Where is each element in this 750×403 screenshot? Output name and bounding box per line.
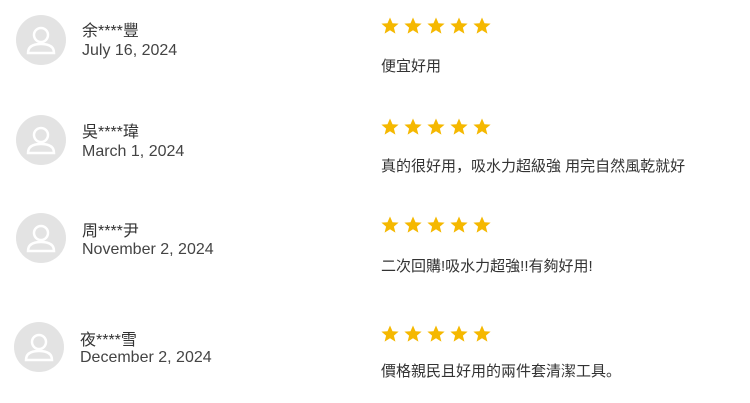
reviewer-name: 夜****雪 xyxy=(80,332,137,349)
review-item: 夜****雪 December 2, 2024 價格親民且好用的兩件套清潔工具。 xyxy=(0,310,750,390)
review-date: December 2, 2024 xyxy=(80,349,212,366)
star-icon xyxy=(404,118,422,135)
review-item: 吳****瑋 March 1, 2024 真的很好用，吸水力超級強 用完自然風乾… xyxy=(0,100,750,180)
review-comment: 二次回購!吸水力超強!!有夠好用! xyxy=(381,258,593,275)
star-icon xyxy=(427,216,445,233)
review-comment: 真的很好用，吸水力超級強 用完自然風乾就好 xyxy=(381,158,686,175)
review-date: March 1, 2024 xyxy=(82,143,185,160)
user-silhouette-icon xyxy=(24,333,54,362)
user-silhouette-icon xyxy=(26,224,56,253)
star-icon xyxy=(404,216,422,233)
star-icon xyxy=(473,216,491,233)
star-icon xyxy=(404,17,422,34)
star-icon xyxy=(473,118,491,135)
star-icon xyxy=(381,325,399,342)
star-icon xyxy=(450,325,468,342)
review-date: July 16, 2024 xyxy=(82,42,178,59)
user-silhouette-icon xyxy=(26,26,56,55)
review-date: November 2, 2024 xyxy=(82,241,214,258)
star-icon xyxy=(381,17,399,34)
user-silhouette-icon xyxy=(26,126,56,155)
reviewer-name: 余****豐 xyxy=(82,23,139,40)
star-icon xyxy=(473,325,491,342)
star-icon xyxy=(427,325,445,342)
star-icon xyxy=(427,17,445,34)
star-rating xyxy=(380,324,492,344)
star-icon xyxy=(450,216,468,233)
star-rating xyxy=(380,16,492,36)
star-icon xyxy=(381,216,399,233)
review-item: 周****尹 November 2, 2024 二次回購!吸水力超強!!有夠好用… xyxy=(0,200,750,280)
avatar xyxy=(16,115,66,165)
star-icon xyxy=(404,325,422,342)
star-rating xyxy=(380,117,492,137)
avatar xyxy=(14,322,64,372)
star-icon xyxy=(450,118,468,135)
reviewer-name: 周****尹 xyxy=(82,223,139,240)
star-icon xyxy=(427,118,445,135)
review-item: 余****豐 July 16, 2024 便宜好用 xyxy=(0,0,750,80)
avatar xyxy=(16,213,66,263)
reviewer-name: 吳****瑋 xyxy=(82,124,139,141)
review-comment: 便宜好用 xyxy=(381,58,442,75)
avatar xyxy=(16,15,66,65)
star-icon xyxy=(381,118,399,135)
star-icon xyxy=(473,17,491,34)
star-rating xyxy=(380,215,492,235)
review-comment: 價格親民且好用的兩件套清潔工具。 xyxy=(381,363,622,380)
star-icon xyxy=(450,17,468,34)
